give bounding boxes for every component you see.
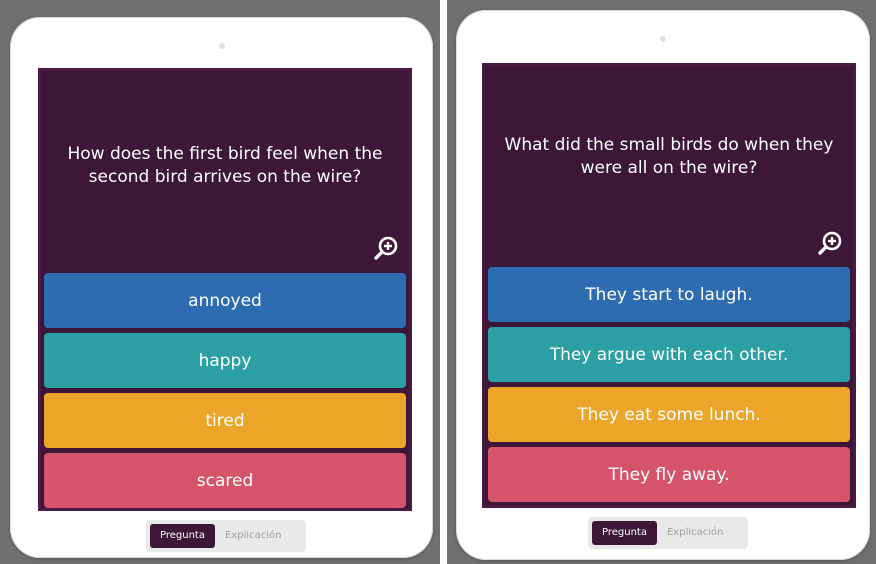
- tablet-frame: How does the first bird feel when the se…: [10, 17, 433, 558]
- question-card: How does the first bird feel when the se…: [38, 68, 412, 511]
- tablet-frame: What did the small birds do when they we…: [456, 10, 870, 560]
- answer-option-yellow[interactable]: They eat some lunch.: [488, 387, 850, 442]
- answer-option-blue[interactable]: annoyed: [44, 273, 406, 328]
- answer-option-teal[interactable]: They argue with each other.: [488, 327, 850, 382]
- answer-option-red[interactable]: scared: [44, 453, 406, 508]
- question-card: What did the small birds do when they we…: [482, 63, 856, 508]
- answer-option-teal[interactable]: happy: [44, 333, 406, 388]
- answer-option-blue[interactable]: They start to laugh.: [488, 267, 850, 322]
- answer-option-yellow[interactable]: tired: [44, 393, 406, 448]
- question-text: What did the small birds do when they we…: [504, 135, 834, 178]
- view-tabs: Pregunta Explicación: [588, 517, 748, 549]
- tab-explanation[interactable]: Explicación: [657, 521, 734, 545]
- tab-question[interactable]: Pregunta: [150, 524, 215, 548]
- tab-question[interactable]: Pregunta: [592, 521, 657, 545]
- question-text: How does the first bird feel when the se…: [67, 144, 383, 187]
- left-panel: How does the first bird feel when the se…: [0, 0, 440, 564]
- zoom-in-icon[interactable]: [373, 235, 399, 261]
- right-panel: What did the small birds do when they we…: [447, 0, 876, 564]
- view-tabs: Pregunta Explicación: [146, 520, 306, 552]
- camera-dot: [218, 43, 225, 49]
- camera-dot: [660, 36, 666, 42]
- answer-option-red[interactable]: They fly away.: [488, 447, 850, 502]
- zoom-in-icon[interactable]: [817, 230, 843, 256]
- tab-explanation[interactable]: Explicación: [215, 524, 292, 548]
